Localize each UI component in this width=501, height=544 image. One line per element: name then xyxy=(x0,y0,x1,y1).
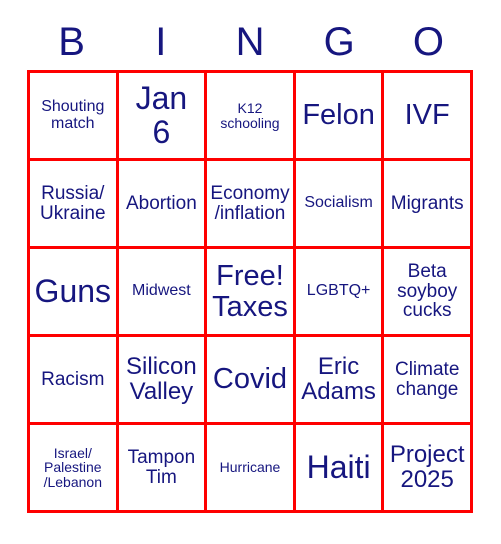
bingo-cell-label: Russia/ Ukraine xyxy=(40,182,106,224)
bingo-cell-label: Eric Adams xyxy=(301,352,376,405)
bingo-grid: Shouting match Jan 6 K12 schooling Felon… xyxy=(27,70,473,513)
bingo-cell-label: Climate change xyxy=(394,358,460,400)
bingo-card: B I N G O Shouting match Jan 6 K12 schoo… xyxy=(0,0,501,544)
bingo-cell-label: Racism xyxy=(41,368,105,390)
bingo-cell-i4[interactable]: Silicon Valley xyxy=(118,337,208,425)
bingo-cell-label: Hurricane xyxy=(219,459,281,476)
bingo-cell-label: Covid xyxy=(212,363,288,396)
header-letter-n: N xyxy=(235,20,265,64)
bingo-cell-n5[interactable]: Hurricane xyxy=(207,425,296,513)
bingo-cell-b1[interactable]: Shouting match xyxy=(30,73,119,161)
bingo-cell-label: Free! Taxes xyxy=(212,260,288,323)
bingo-cell-label: Abortion xyxy=(126,192,197,214)
bingo-cell-o3[interactable]: Beta soyboy cucks xyxy=(384,249,473,337)
bingo-header: B I N G O xyxy=(27,16,473,68)
bingo-cell-g4[interactable]: Eric Adams xyxy=(295,337,385,425)
bingo-cell-label: Israel/ Palestine /Lebanon xyxy=(43,444,102,490)
bingo-cell-label: Economy /inflation xyxy=(210,182,290,224)
bingo-cell-b5[interactable]: Israel/ Palestine /Lebanon xyxy=(30,425,119,513)
bingo-cell-free-space[interactable]: Free! Taxes xyxy=(207,249,296,337)
bingo-cell-g5[interactable]: Haiti xyxy=(295,425,385,513)
header-letter-o: O xyxy=(412,20,444,64)
bingo-cell-o2[interactable]: Migrants xyxy=(384,161,473,249)
bingo-cell-label: Socialism xyxy=(304,194,373,212)
bingo-cell-label: Midwest xyxy=(132,282,191,300)
bingo-cell-i2[interactable]: Abortion xyxy=(118,161,208,249)
bingo-cell-g3[interactable]: LGBTQ+ xyxy=(295,249,385,337)
bingo-cell-n4[interactable]: Covid xyxy=(207,337,296,425)
bingo-cell-i1[interactable]: Jan 6 xyxy=(118,73,208,161)
bingo-cell-label: Silicon Valley xyxy=(126,352,197,405)
bingo-cell-label: Tampon Tim xyxy=(127,446,196,488)
bingo-cell-g1[interactable]: Felon xyxy=(295,73,385,161)
bingo-cell-i3[interactable]: Midwest xyxy=(118,249,208,337)
bingo-cell-label: Jan 6 xyxy=(135,80,188,150)
bingo-cell-g2[interactable]: Socialism xyxy=(295,161,385,249)
bingo-cell-label: Project 2025 xyxy=(389,440,465,493)
bingo-cell-n1[interactable]: K12 schooling xyxy=(207,73,296,161)
header-letter-b: B xyxy=(58,20,85,64)
bingo-cell-label: LGBTQ+ xyxy=(306,282,371,300)
bingo-cell-b3[interactable]: Guns xyxy=(30,249,119,337)
bingo-cell-label: Felon xyxy=(302,99,375,132)
bingo-cell-b2[interactable]: Russia/ Ukraine xyxy=(30,161,119,249)
bingo-cell-label: Migrants xyxy=(390,192,464,214)
header-letter-g: G xyxy=(323,20,355,64)
bingo-cell-b4[interactable]: Racism xyxy=(30,337,119,425)
bingo-cell-n2[interactable]: Economy /inflation xyxy=(207,161,296,249)
bingo-cell-label: K12 schooling xyxy=(220,99,280,131)
bingo-cell-label: Shouting match xyxy=(41,97,105,132)
bingo-cell-o5[interactable]: Project 2025 xyxy=(384,425,473,513)
bingo-cell-o4[interactable]: Climate change xyxy=(384,337,473,425)
bingo-cell-o1[interactable]: IVF xyxy=(384,73,473,161)
bingo-cell-label: Guns xyxy=(34,272,112,309)
bingo-cell-i5[interactable]: Tampon Tim xyxy=(118,425,208,513)
bingo-cell-label: Haiti xyxy=(306,448,371,485)
header-letter-i: I xyxy=(155,20,167,64)
bingo-cell-label: IVF xyxy=(404,99,450,132)
bingo-cell-label: Beta soyboy cucks xyxy=(397,260,458,322)
